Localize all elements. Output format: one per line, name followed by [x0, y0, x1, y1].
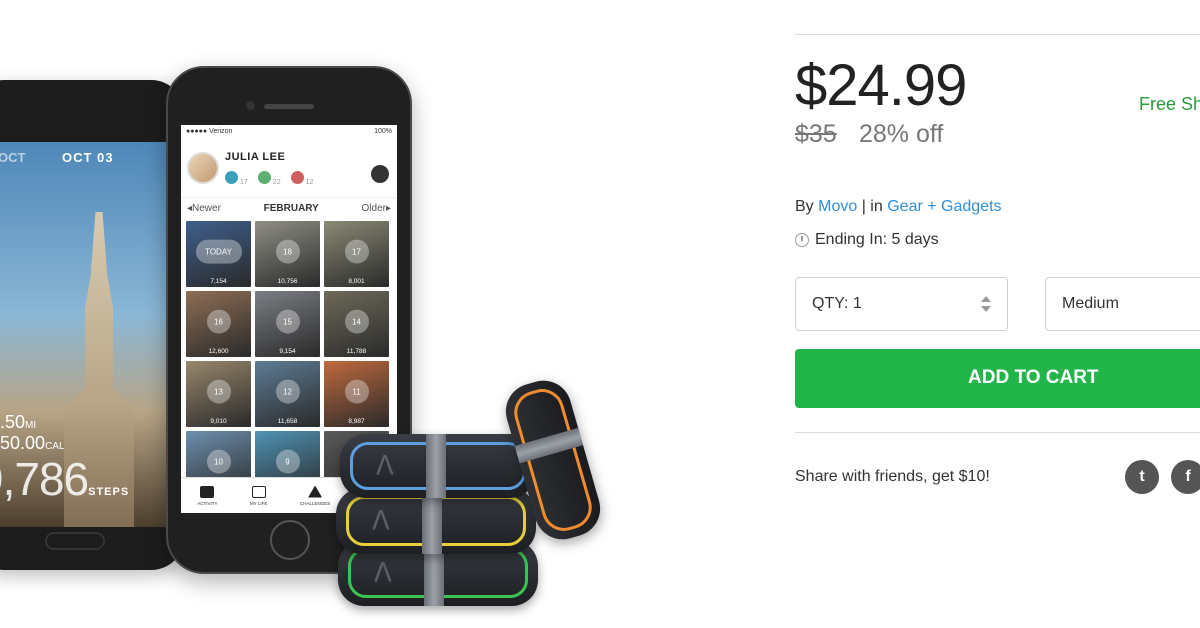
newer-link: ◂Newer — [187, 203, 221, 214]
day-number: 13 — [206, 379, 231, 404]
twitter-icon[interactable]: t — [1125, 460, 1159, 494]
sale-ending: Ending In: 5 days — [795, 231, 939, 249]
user-name: JULIA LEE — [225, 151, 286, 163]
android-screen: OCT OCT 03 4.50MI 450.00CAL 9,786STEPS — [0, 142, 174, 527]
stepper-arrows[interactable] — [981, 296, 991, 312]
steps-stat: 9,786STEPS — [0, 453, 130, 505]
tab-my-life: MY LIFE — [250, 485, 267, 506]
sale-price: $24.99 — [795, 53, 967, 118]
avatar — [187, 152, 219, 184]
movo-logo-icon: ᐱ — [372, 505, 390, 536]
android-home-button — [45, 532, 105, 550]
product-image: OCT OCT 03 4.50MI 450.00CAL 9,786STEPS ●… — [0, 0, 720, 628]
badge-icon — [290, 171, 304, 184]
step-count: 11,658 — [277, 418, 298, 425]
android-phone: OCT OCT 03 4.50MI 450.00CAL 9,786STEPS — [0, 80, 185, 570]
badge-icon — [257, 171, 271, 184]
discount-label: 28% off — [859, 120, 944, 148]
month-navigation: ◂Newer FEBRUARY Older▸ — [181, 197, 397, 219]
step-count: 9,010 — [210, 418, 227, 425]
day-tile: 13 9,010 — [186, 361, 251, 427]
month-label: FEBRUARY — [263, 203, 319, 214]
wristband-blue: ᐱ — [340, 434, 536, 498]
vendor-link[interactable]: Movo — [818, 198, 857, 215]
earpiece-speaker — [264, 104, 314, 109]
clock-icon — [795, 233, 809, 247]
day-number: 9 — [275, 449, 300, 474]
day-tile: 15 9,154 — [255, 291, 320, 357]
day-tile: 11 8,987 — [324, 361, 389, 427]
calories-stat: 450.00CAL — [0, 433, 65, 453]
category-link[interactable]: Gear + Gadgets — [887, 198, 1001, 215]
previous-date: OCT — [0, 150, 26, 165]
day-number: 12 — [275, 379, 300, 404]
day-number: 11 — [344, 379, 369, 404]
step-count: 11,788 — [346, 348, 367, 355]
original-price: $35 — [795, 120, 837, 148]
divider — [795, 34, 1200, 35]
tab-activity: ACTIVITY — [197, 485, 218, 506]
stats-chart-icon — [371, 165, 389, 183]
list-icon — [200, 485, 215, 498]
warning-icon — [308, 485, 323, 498]
movo-logo-icon: ᐱ — [374, 557, 392, 588]
day-tile: TODAY 7,154 — [186, 221, 251, 287]
step-count: 12,600 — [208, 348, 229, 355]
current-date: OCT 03 — [62, 150, 114, 165]
add-to-cart-button[interactable]: ADD TO CART — [795, 349, 1200, 408]
day-number: TODAY — [195, 239, 242, 264]
step-count: 9,154 — [279, 348, 296, 355]
quantity-stepper[interactable]: QTY: 1 — [795, 277, 1008, 331]
facebook-icon[interactable]: f — [1171, 460, 1200, 494]
day-tile: 17 8,001 — [324, 221, 389, 287]
quantity-label: QTY: 1 — [812, 295, 862, 312]
iphone-home-button — [270, 520, 310, 560]
user-profile-header: JULIA LEE 17 22 12 — [181, 139, 397, 197]
step-count: 8,987 — [348, 418, 365, 425]
day-number: 10 — [206, 449, 231, 474]
day-number: 17 — [344, 239, 369, 264]
badge-icon — [225, 171, 238, 184]
movo-logo-icon: ᐱ — [376, 450, 394, 481]
day-number: 16 — [206, 309, 231, 334]
vendor-byline: By Movo | in Gear + Gadgets — [795, 198, 1002, 215]
tab-challenges: CHALLENGES — [300, 485, 330, 506]
day-tile: 16 12,600 — [186, 291, 251, 357]
status-bar: ●●●●● Verizon 100% — [186, 128, 392, 135]
older-link: Older▸ — [361, 203, 391, 214]
step-count: 10,756 — [277, 278, 298, 285]
day-number: 15 — [275, 309, 300, 334]
free-shipping-label: Free Shipping — [1139, 94, 1200, 114]
share-referral-text: Share with friends, get $10! — [795, 468, 990, 485]
chevron-up-icon[interactable] — [981, 296, 991, 302]
size-selected-value: Medium — [1062, 295, 1119, 312]
size-select[interactable]: Medium — [1045, 277, 1200, 331]
day-tile: 14 11,788 — [324, 291, 389, 357]
day-number: 14 — [344, 309, 369, 334]
user-badges: 17 22 12 — [225, 171, 313, 186]
step-count: 8,001 — [348, 278, 365, 285]
divider — [795, 432, 1200, 433]
step-count: 7,154 — [210, 278, 227, 285]
product-details-panel: $24.99 Free Shipping $35 28% off By Movo… — [795, 0, 1200, 628]
front-camera — [246, 101, 255, 110]
distance-stat: 4.50MI — [0, 412, 37, 432]
calendar-icon — [251, 485, 266, 498]
day-tile: 18 10,756 — [255, 221, 320, 287]
day-number: 18 — [275, 239, 300, 264]
day-tile: 12 11,658 — [255, 361, 320, 427]
chevron-down-icon[interactable] — [981, 306, 991, 312]
